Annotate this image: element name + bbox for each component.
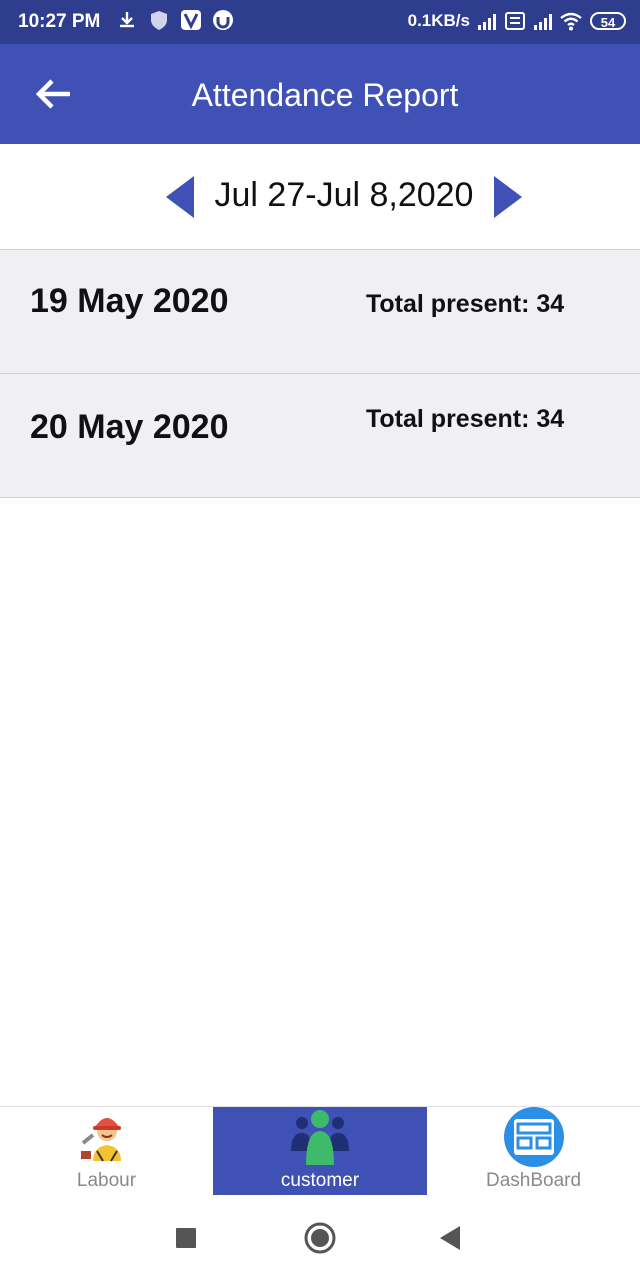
v-app-icon xyxy=(181,10,201,30)
battery-icon: 54 xyxy=(590,12,626,30)
nav-item-customer[interactable]: customer xyxy=(213,1107,427,1195)
date-range-label: Jul 27-Jul 8,2020 xyxy=(214,176,474,214)
date-navigator: Jul 27-Jul 8,2020 xyxy=(0,144,640,249)
volte-icon xyxy=(505,12,525,30)
page-title: Attendance Report xyxy=(191,77,459,113)
dashboard-icon xyxy=(503,1107,564,1167)
app-bar: Attendance Report xyxy=(0,44,640,144)
system-navigation xyxy=(0,1196,640,1280)
download-icon xyxy=(120,12,134,28)
torrent-icon xyxy=(213,10,233,30)
report-row[interactable]: 20 May 2020 Total present: 34 xyxy=(0,373,640,498)
signal-icon xyxy=(534,12,552,30)
total-present: Total present: 34 xyxy=(366,405,564,434)
square-icon xyxy=(176,1228,196,1248)
triangle-back-icon xyxy=(440,1226,460,1250)
signal-icon xyxy=(478,12,496,30)
report-date: 20 May 2020 xyxy=(30,408,229,446)
recents-button[interactable] xyxy=(176,1228,196,1248)
nav-label: Labour xyxy=(76,1170,137,1191)
bottom-navigation: Labour customer DashBoard xyxy=(0,1106,640,1197)
network-speed: 0.1KB/s xyxy=(407,11,470,30)
previous-range-button[interactable] xyxy=(164,174,196,220)
circle-icon xyxy=(304,1222,336,1254)
nav-item-dashboard[interactable]: DashBoard xyxy=(427,1107,640,1195)
status-right-area: 0.1KB/s 54 xyxy=(408,10,626,32)
status-time: 10:27 PM xyxy=(18,11,101,32)
total-present: Total present: 34 xyxy=(366,290,564,319)
status-notification-icons xyxy=(116,9,234,31)
status-bar: 10:27 PM 0.1KB/s 54 xyxy=(0,0,640,44)
report-list: 19 May 2020 Total present: 34 20 May 202… xyxy=(0,249,640,498)
report-row[interactable]: 19 May 2020 Total present: 34 xyxy=(0,249,640,373)
nav-label: DashBoard xyxy=(485,1170,582,1191)
total-present-value: 34 xyxy=(536,290,565,318)
shield-icon xyxy=(151,11,167,30)
triangle-left-icon xyxy=(166,176,194,218)
total-present-label: Total present: xyxy=(366,405,530,433)
triangle-right-icon xyxy=(494,176,522,218)
home-button[interactable] xyxy=(304,1222,336,1254)
nav-label: customer xyxy=(280,1170,360,1191)
nav-item-labour[interactable]: Labour xyxy=(0,1107,213,1195)
worker-icon xyxy=(80,1118,121,1162)
system-back-button[interactable] xyxy=(440,1226,460,1250)
users-icon xyxy=(291,1110,349,1165)
wifi-icon xyxy=(560,12,582,31)
total-present-label: Total present: xyxy=(366,290,530,318)
report-date: 19 May 2020 xyxy=(30,282,229,320)
next-range-button[interactable] xyxy=(492,174,524,220)
total-present-value: 34 xyxy=(536,405,565,433)
